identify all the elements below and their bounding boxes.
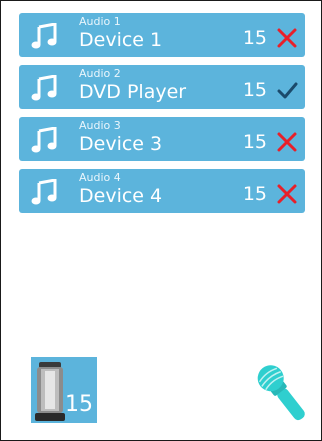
music-note-icon: [31, 23, 57, 49]
music-note-icon: [31, 75, 57, 101]
audio-device-row-4[interactable]: Audio 4 Device 4 15: [19, 169, 305, 213]
microphone-icon[interactable]: [255, 361, 311, 427]
screen: Audio 1 Device 1 15 Audio 2 DVD Player 1…: [0, 0, 322, 441]
speaker-icon: [35, 362, 65, 421]
device-level: 15: [242, 131, 267, 153]
device-name: DVD Player: [79, 81, 187, 103]
device-level: 15: [242, 27, 267, 49]
check-icon[interactable]: [276, 79, 298, 101]
audio-input-label: Audio 3: [79, 119, 121, 132]
audio-device-row-2[interactable]: Audio 2 DVD Player 15: [19, 65, 305, 109]
device-level: 15: [242, 183, 267, 205]
x-icon[interactable]: [276, 183, 298, 205]
music-note-icon: [31, 127, 57, 153]
device-name: Device 4: [79, 185, 163, 207]
audio-device-row-3[interactable]: Audio 3 Device 3 15: [19, 117, 305, 161]
audio-input-label: Audio 1: [79, 15, 121, 28]
audio-device-row-1[interactable]: Audio 1 Device 1 15: [19, 13, 305, 57]
audio-device-list: Audio 1 Device 1 15 Audio 2 DVD Player 1…: [19, 13, 305, 221]
speaker-volume-value: 15: [65, 392, 93, 417]
x-icon[interactable]: [276, 131, 298, 153]
audio-input-label: Audio 4: [79, 171, 121, 184]
device-level: 15: [242, 79, 267, 101]
audio-input-label: Audio 2: [79, 67, 121, 80]
device-name: Device 1: [79, 29, 163, 51]
music-note-icon: [31, 179, 57, 205]
speaker-volume-button[interactable]: 15: [31, 357, 97, 423]
device-name: Device 3: [79, 133, 163, 155]
x-icon[interactable]: [276, 27, 298, 49]
